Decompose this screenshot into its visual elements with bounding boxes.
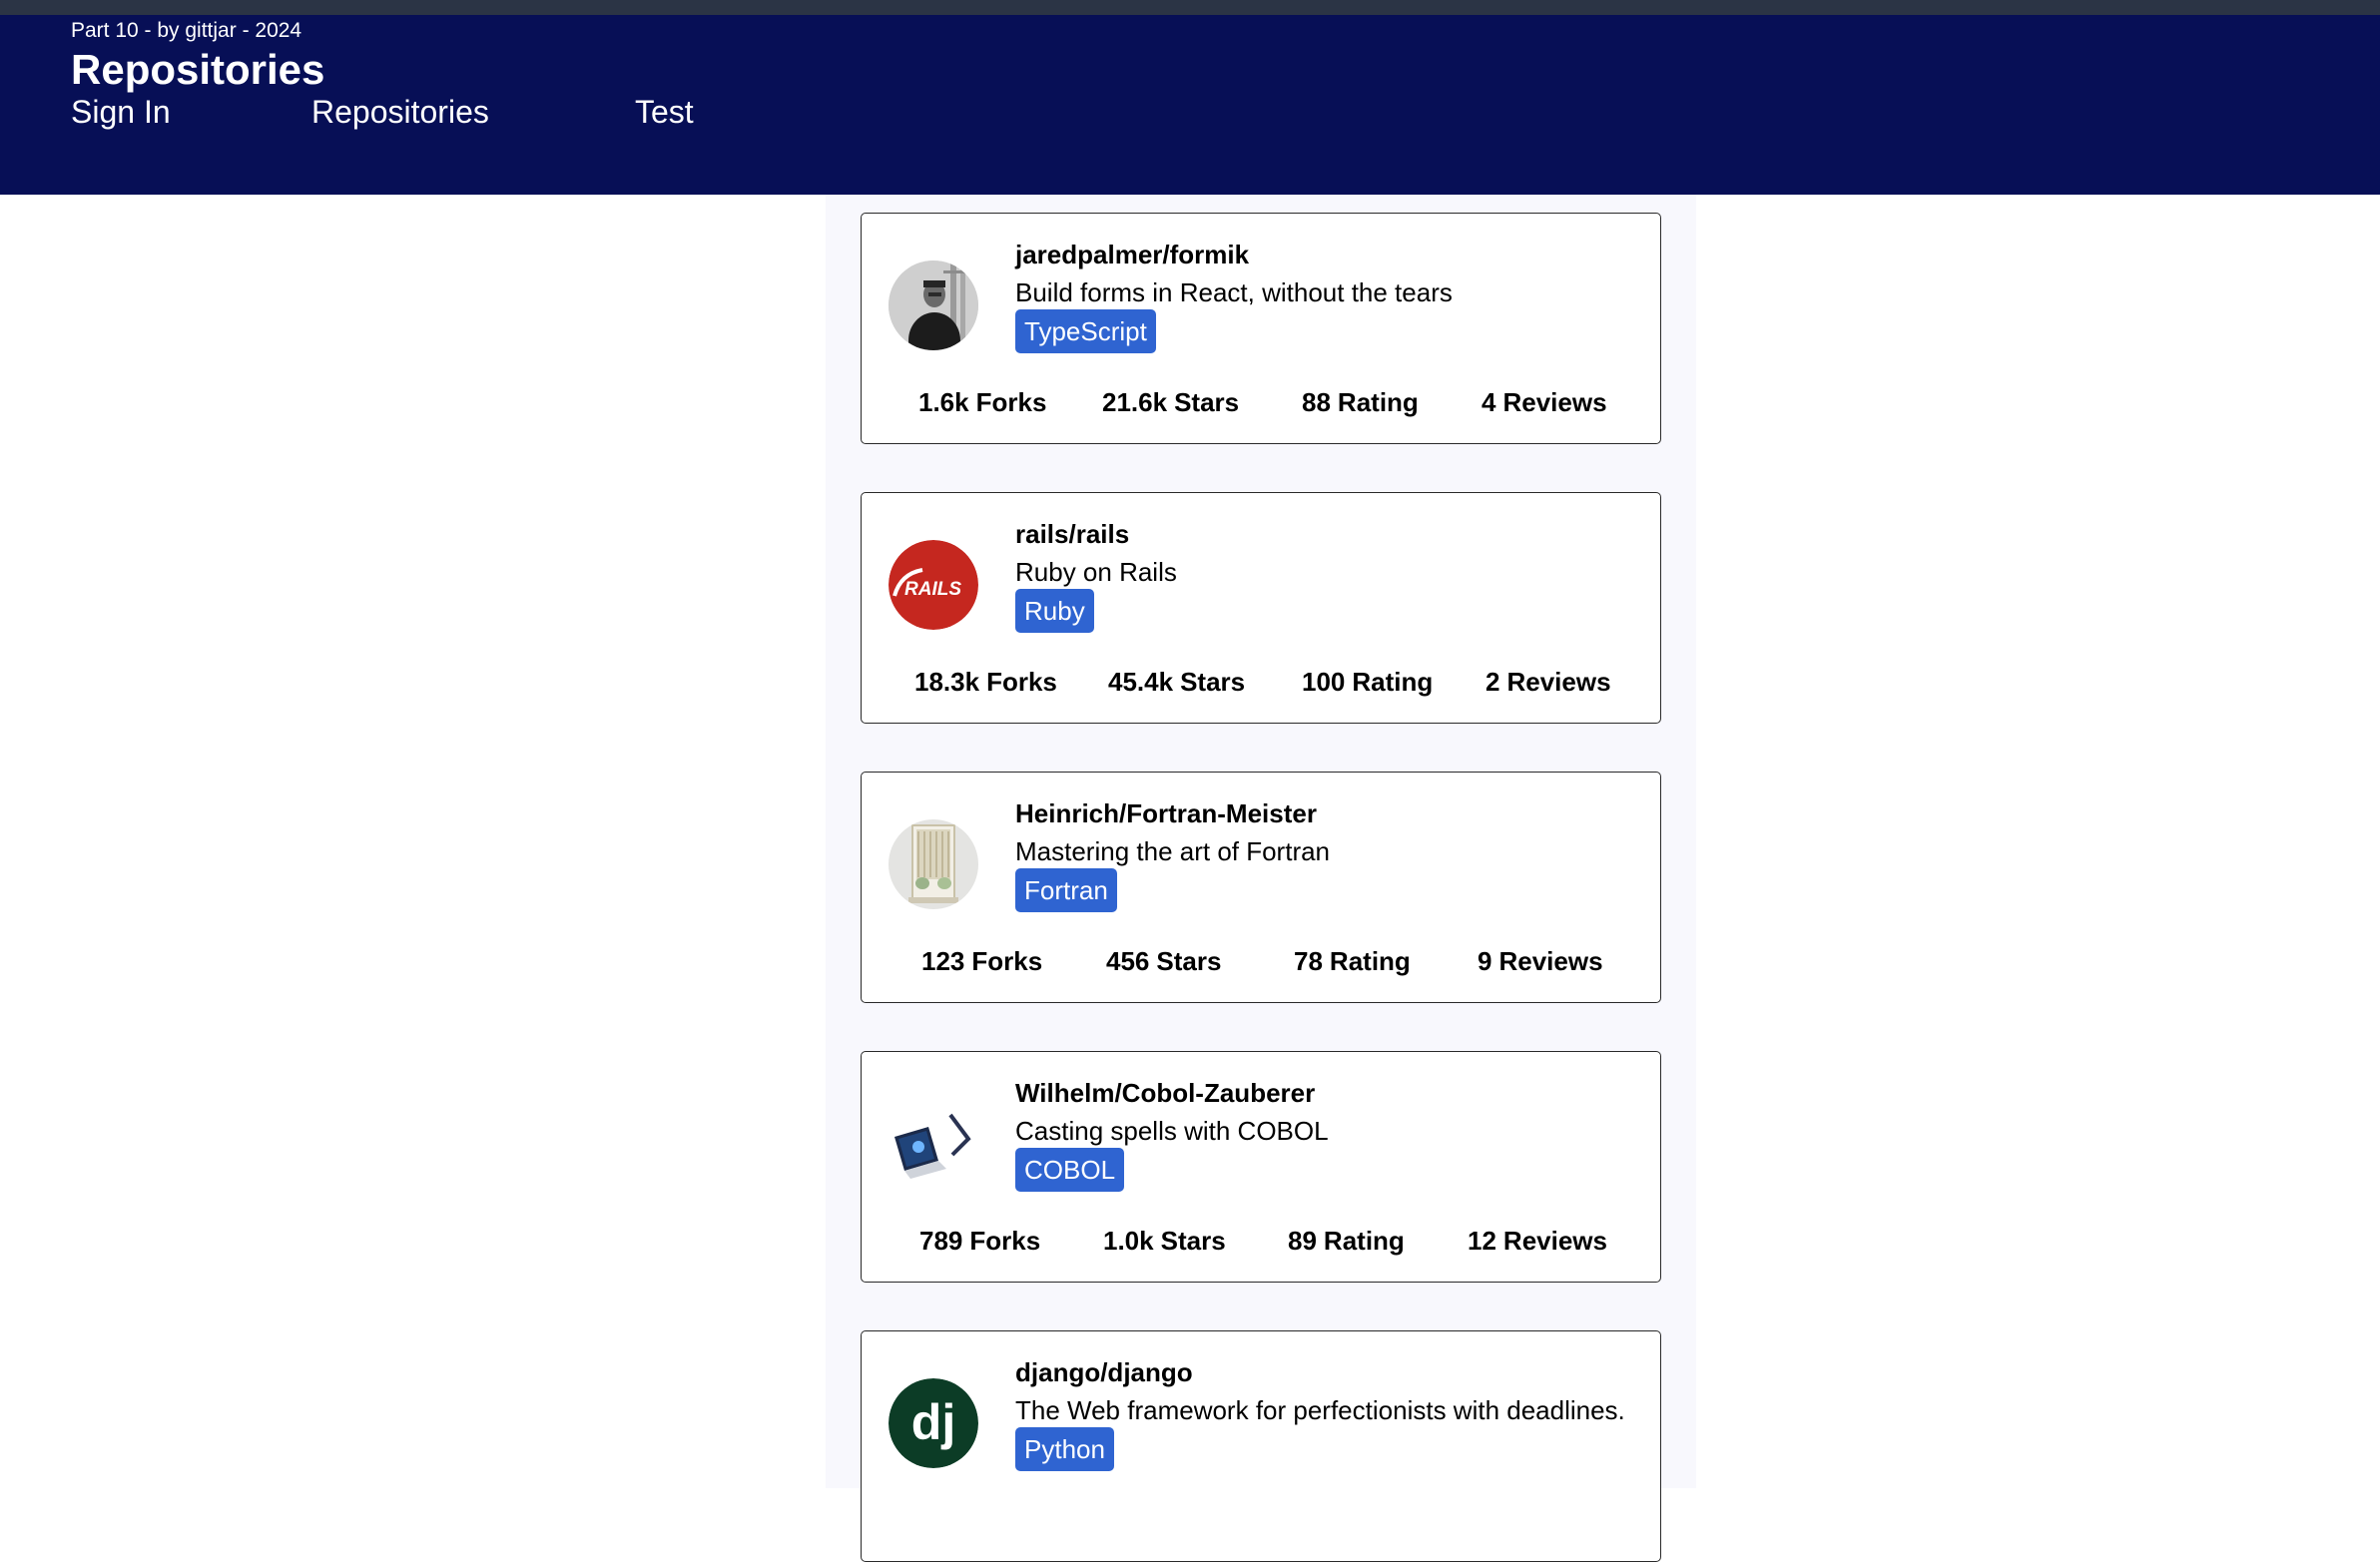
forks-label: Forks: [969, 1226, 1041, 1256]
forks-label: Forks: [971, 946, 1043, 976]
stars-count: 456: [1106, 946, 1150, 976]
forks-stat: 123 Forks: [921, 944, 1042, 978]
rating-label: Rating: [1352, 667, 1434, 697]
language-badge: Fortran: [1015, 868, 1117, 912]
app-bar: Part 10 - by gittjar - 2024 Repositories…: [0, 15, 2380, 195]
django-logo-icon: dj: [889, 1378, 978, 1468]
rating-stat: 78 Rating: [1294, 944, 1411, 978]
nav-sign-in[interactable]: Sign In: [71, 90, 171, 134]
rating-value: 88: [1302, 387, 1331, 417]
forks-stat: 18.3k Forks: [914, 665, 1057, 699]
rating-label: Rating: [1337, 387, 1419, 417]
forks-label: Forks: [986, 667, 1057, 697]
reviews-stat: 9 Reviews: [1478, 944, 1603, 978]
repository-description: Mastering the art of Fortran: [1015, 836, 1331, 866]
reviews-count: 9: [1478, 946, 1492, 976]
stars-stat: 45.4k Stars: [1108, 665, 1245, 699]
rating-value: 100: [1302, 667, 1346, 697]
rating-stat: 100 Rating: [1302, 665, 1433, 699]
repository-full-name: Wilhelm/Cobol-Zauberer: [1015, 1078, 1316, 1108]
repository-description: Build forms in React, without the tears: [1015, 277, 1453, 307]
stars-count: 21.6k: [1102, 387, 1168, 417]
rating-stat: 89 Rating: [1288, 1224, 1405, 1258]
forks-count: 1.6k: [918, 387, 969, 417]
repository-full-name: jaredpalmer/formik: [1015, 240, 1250, 269]
owner-avatar: [889, 819, 978, 909]
forks-count: 18.3k: [914, 667, 980, 697]
reviews-label: Reviews: [1502, 387, 1607, 417]
rating-stat: 88 Rating: [1302, 385, 1419, 419]
reviews-count: 2: [1486, 667, 1500, 697]
repository-full-name: rails/rails: [1015, 519, 1130, 549]
language-badge: COBOL: [1015, 1148, 1125, 1192]
stars-stat: 21.6k Stars: [1102, 385, 1239, 419]
forks-count: 123: [921, 946, 965, 976]
repository-full-name: django/django: [1015, 1357, 1193, 1387]
reviews-count: 12: [1468, 1226, 1496, 1256]
reviews-count: 4: [1482, 387, 1496, 417]
rating-label: Rating: [1329, 946, 1411, 976]
owner-avatar: [889, 260, 978, 350]
rails-logo-text: RAILS: [904, 579, 961, 600]
window-top-strip: [0, 0, 2380, 15]
reviews-label: Reviews: [1498, 946, 1603, 976]
stars-count: 45.4k: [1108, 667, 1174, 697]
repository-stats: 123 Forks 456 Stars 78 Rating 9 Reviews: [862, 944, 1662, 978]
language-badge: Python: [1015, 1427, 1114, 1471]
forks-count: 789: [919, 1226, 963, 1256]
nav-test[interactable]: Test: [635, 90, 694, 134]
language-badge: TypeScript: [1015, 309, 1156, 353]
stars-label: Stars: [1180, 667, 1246, 697]
rating-value: 89: [1288, 1226, 1317, 1256]
rating-value: 78: [1294, 946, 1323, 976]
app-subtitle: Part 10 - by gittjar - 2024: [71, 19, 302, 42]
stars-label: Stars: [1160, 1226, 1226, 1256]
rating-label: Rating: [1323, 1226, 1405, 1256]
stars-count: 1.0k: [1103, 1226, 1154, 1256]
rails-logo-icon: RAILS: [889, 540, 978, 630]
reviews-stat: 2 Reviews: [1486, 665, 1611, 699]
repository-item[interactable]: Wilhelm/Cobol-Zauberer Casting spells wi…: [861, 1051, 1661, 1283]
repository-item[interactable]: jaredpalmer/formik Build forms in React,…: [861, 213, 1661, 444]
stars-label: Stars: [1156, 946, 1222, 976]
stars-stat: 456 Stars: [1106, 944, 1221, 978]
forks-label: Forks: [975, 387, 1047, 417]
reviews-label: Reviews: [1506, 667, 1611, 697]
repository-stats: 789 Forks 1.0k Stars 89 Rating 12 Reviews: [862, 1224, 1662, 1258]
reviews-stat: 12 Reviews: [1468, 1224, 1607, 1258]
forks-stat: 1.6k Forks: [918, 385, 1046, 419]
nav-repositories[interactable]: Repositories: [311, 90, 489, 134]
repository-full-name: Heinrich/Fortran-Meister: [1015, 798, 1317, 828]
repository-description: The Web framework for perfectionists wit…: [1015, 1395, 1625, 1425]
django-logo-text: dj: [911, 1394, 955, 1450]
stars-label: Stars: [1174, 387, 1240, 417]
repository-item[interactable]: dj django/django The Web framework for p…: [861, 1330, 1661, 1562]
repository-stats: 1.6k Forks 21.6k Stars 88 Rating 4 Reviews: [862, 385, 1662, 419]
stars-stat: 1.0k Stars: [1103, 1224, 1226, 1258]
reviews-label: Reviews: [1502, 1226, 1607, 1256]
repository-stats: 18.3k Forks 45.4k Stars 100 Rating 2 Reviews: [862, 665, 1662, 699]
repository-item[interactable]: RAILS rails/rails Ruby on Rails Ruby 18.…: [861, 492, 1661, 724]
repository-description: Casting spells with COBOL: [1015, 1116, 1329, 1146]
forks-stat: 789 Forks: [919, 1224, 1040, 1258]
language-badge: Ruby: [1015, 589, 1094, 633]
reviews-stat: 4 Reviews: [1482, 385, 1607, 419]
repository-item[interactable]: Heinrich/Fortran-Meister Mastering the a…: [861, 772, 1661, 1003]
owner-avatar: [889, 1099, 978, 1189]
repository-description: Ruby on Rails: [1015, 557, 1177, 587]
